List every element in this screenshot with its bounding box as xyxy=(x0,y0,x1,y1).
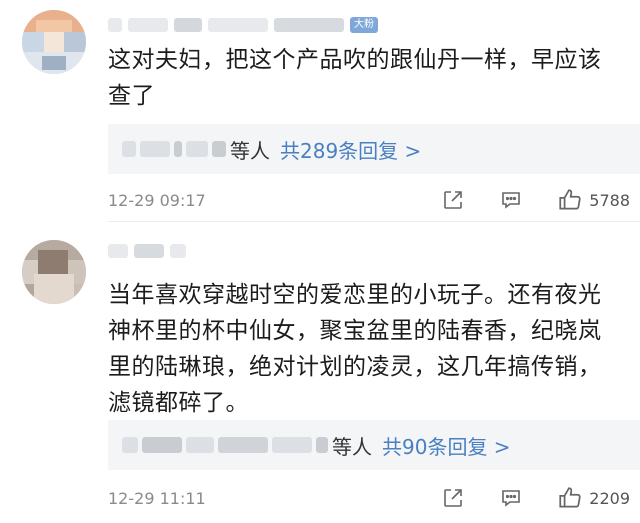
view-replies-link[interactable]: 共90条回复 > xyxy=(382,431,511,460)
share-icon xyxy=(444,191,463,209)
comment-icon xyxy=(502,490,521,507)
comment-text-line: 滤镜都碎了。 xyxy=(108,390,249,416)
like-icon xyxy=(559,189,581,210)
comment-text-line: 查了 xyxy=(108,83,155,109)
comment-text: 当年喜欢穿越时空的爱恋里的小玩子。还有夜光 神杯里的杯中仙女，聚宝盆里的陆春香，… xyxy=(108,277,618,421)
username[interactable]: 大粉 xyxy=(108,14,378,36)
comment-footer: 12-29 09:17 5788 xyxy=(108,186,630,214)
comment-footer: 12-29 11:11 2209 xyxy=(108,484,630,512)
replies-suffix: 等人 xyxy=(230,138,270,163)
replies-preview[interactable]: 等人 共90条回复 > xyxy=(108,420,640,470)
replies-suffix: 等人 xyxy=(332,434,372,459)
like-count: 2209 xyxy=(589,488,630,508)
fan-badge: 大粉 xyxy=(350,17,378,33)
like-button[interactable]: 2209 xyxy=(557,485,630,511)
username[interactable] xyxy=(108,240,186,262)
comment-item: 当年喜欢穿越时空的爱恋里的小玩子。还有夜光 神杯里的杯中仙女，聚宝盆里的陆春香，… xyxy=(0,222,640,523)
like-count: 5788 xyxy=(589,190,630,210)
comment-time: 12-29 11:11 xyxy=(108,488,206,508)
comment-text-line: 这对夫妇，把这个产品吹的跟仙丹一样，早应该 xyxy=(108,47,602,73)
comment-icon xyxy=(502,192,521,209)
comment-button[interactable] xyxy=(499,486,523,510)
comment-text: 这对夫妇，把这个产品吹的跟仙丹一样，早应该 查了 xyxy=(108,42,618,114)
like-button[interactable]: 5788 xyxy=(557,187,630,213)
comment-button[interactable] xyxy=(499,188,523,212)
avatar[interactable] xyxy=(22,240,86,304)
share-button[interactable] xyxy=(441,188,465,212)
comment-item: 大粉 这对夫妇，把这个产品吹的跟仙丹一样，早应该 查了 等人 共289条回复 >… xyxy=(0,0,640,222)
replies-preview[interactable]: 等人 共289条回复 > xyxy=(108,124,640,174)
comment-text-line: 神杯里的杯中仙女，聚宝盆里的陆春香，纪晓岚 xyxy=(108,318,602,344)
comment-time: 12-29 09:17 xyxy=(108,190,206,210)
comment-text-line: 当年喜欢穿越时空的爱恋里的小玩子。还有夜光 xyxy=(108,282,602,308)
like-icon xyxy=(559,487,581,508)
share-button[interactable] xyxy=(441,486,465,510)
comment-text-line: 里的陆琳琅，绝对计划的凌灵，这几年搞传销， xyxy=(108,354,602,380)
view-replies-link[interactable]: 共289条回复 > xyxy=(280,135,421,164)
share-icon xyxy=(444,489,463,507)
avatar[interactable] xyxy=(22,10,86,74)
